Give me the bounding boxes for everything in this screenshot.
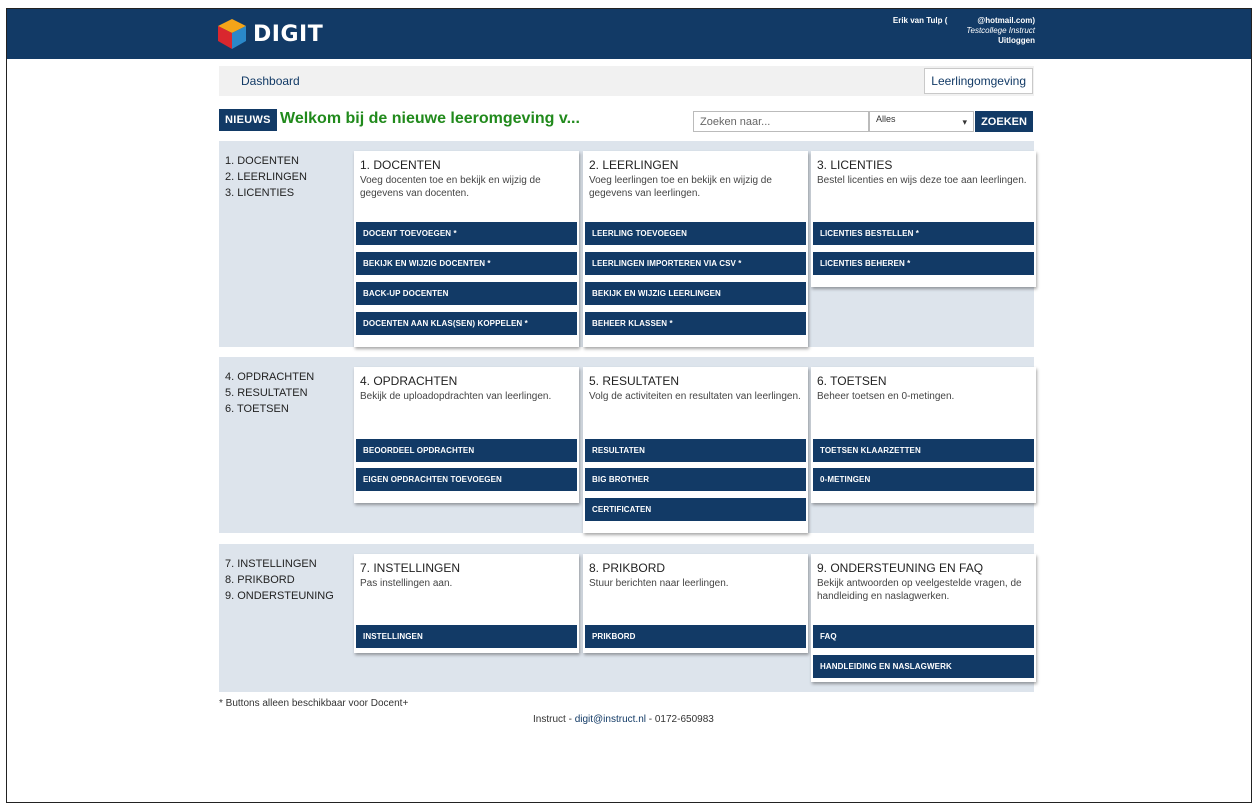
section-index: 1. DOCENTEN 2. LEERLINGEN 3. LICENTIES [225, 153, 307, 201]
company-name: Instruct - [533, 714, 575, 725]
view-edit-students-button[interactable]: BEKIJK EN WIJZIG LEERLINGEN [585, 282, 806, 305]
backup-teachers-button[interactable]: BACK-UP DOCENTEN [356, 282, 577, 305]
link-teachers-classes-button[interactable]: DOCENTEN AAN KLAS(SEN) KOPPELEN * [356, 312, 577, 335]
card-title: 7. INSTELLINGEN [360, 561, 461, 575]
index-item[interactable]: 4. OPDRACHTEN [225, 369, 314, 385]
footnote: * Buttons alleen beschikbaar voor Docent… [219, 698, 409, 709]
manual-reference-button[interactable]: HANDLEIDING EN NASLAGWERK [813, 655, 1034, 678]
cube-logo-icon [217, 18, 247, 50]
manage-classes-button[interactable]: BEHEER KLASSEN * [585, 312, 806, 335]
contact-info: Instruct - digit@instruct.nl - 0172-6509… [533, 714, 714, 725]
user-name: Erik van Tulp ( [892, 16, 948, 25]
card-title: 5. RESULTATEN [589, 374, 680, 388]
index-item[interactable]: 3. LICENTIES [225, 185, 307, 201]
card-description: Bekijk antwoorden op veelgestelde vragen… [817, 578, 1022, 602]
card-description: Voeg leerlingen toe en bekijk en wijzig … [589, 175, 772, 199]
search-scope-select[interactable]: Alles ▾ [869, 111, 974, 132]
index-item[interactable]: 2. LEERLINGEN [225, 169, 307, 185]
manage-licenses-button[interactable]: LICENTIES BEHEREN * [813, 252, 1034, 275]
index-item[interactable]: 1. DOCENTEN [225, 153, 307, 169]
logout-link[interactable]: Uitloggen [893, 36, 1035, 46]
card-title: 3. LICENTIES [817, 158, 893, 172]
card-description: Beheer toetsen en 0-metingen. [817, 391, 955, 402]
card-description: Volg de activiteiten en resultaten van l… [589, 391, 801, 402]
section-users: 1. DOCENTEN 2. LEERLINGEN 3. LICENTIES 1… [219, 141, 1036, 347]
index-item[interactable]: 6. TOETSEN [225, 401, 314, 417]
card-leerlingen: 2. LEERLINGEN Voeg leerlingen toe en bek… [583, 151, 808, 347]
card-description: Voeg docenten toe en bekijk en wijzig de… [360, 175, 541, 199]
add-teacher-button[interactable]: DOCENT TOEVOEGEN * [356, 222, 577, 245]
index-item[interactable]: 5. RESULTATEN [225, 385, 314, 401]
section-support: 7. INSTELLINGEN 8. PRIKBORD 9. ONDERSTEU… [219, 544, 1036, 692]
zero-measurements-button[interactable]: 0-METINGEN [813, 468, 1034, 491]
card-docenten: 1. DOCENTEN Voeg docenten toe en bekijk … [354, 151, 579, 347]
card-title: 6. TOETSEN [817, 374, 887, 388]
card-instellingen: 7. INSTELLINGEN Pas instellingen aan. IN… [354, 554, 579, 653]
card-title: 8. PRIKBORD [589, 561, 666, 575]
search-button[interactable]: ZOEKEN [975, 111, 1033, 132]
section-index: 4. OPDRACHTEN 5. RESULTATEN 6. TOETSEN [225, 369, 314, 417]
card-toetsen: 6. TOETSEN Beheer toetsen en 0-metingen.… [811, 367, 1036, 503]
certificates-button[interactable]: CERTIFICATEN [585, 498, 806, 521]
top-navigation-bar: DIGIT Erik van Tulp ( @hotmail.com) Test… [7, 9, 1251, 59]
card-title: 9. ONDERSTEUNING EN FAQ [817, 561, 984, 575]
index-item[interactable]: 9. ONDERSTEUNING [225, 588, 334, 604]
big-brother-button[interactable]: BIG BROTHER [585, 468, 806, 491]
email-link[interactable]: digit@instruct.nl [575, 714, 646, 725]
card-title: 2. LEERLINGEN [589, 158, 679, 172]
student-environment-button[interactable]: Leerlingomgeving [924, 68, 1033, 94]
card-ondersteuning: 9. ONDERSTEUNING EN FAQ Bekijk antwoorde… [811, 554, 1036, 682]
index-item[interactable]: 7. INSTELLINGEN [225, 556, 334, 572]
view-edit-teachers-button[interactable]: BEKIJK EN WIJZIG DOCENTEN * [356, 252, 577, 275]
card-description: Pas instellingen aan. [360, 578, 453, 589]
user-email: @hotmail.com) [977, 16, 1035, 25]
card-resultaten: 5. RESULTATEN Volg de activiteiten en re… [583, 367, 808, 533]
card-title: 4. OPDRACHTEN [360, 374, 458, 388]
card-description: Bestel licenties en wijs deze toe aan le… [817, 175, 1027, 186]
logo-text: DIGIT [253, 21, 324, 47]
breadcrumb: Dashboard Leerlingomgeving [219, 66, 1034, 96]
section-index: 7. INSTELLINGEN 8. PRIKBORD 9. ONDERSTEU… [225, 556, 334, 604]
app-window: DIGIT Erik van Tulp ( @hotmail.com) Test… [6, 8, 1252, 803]
add-student-button[interactable]: LEERLING TOEVOEGEN [585, 222, 806, 245]
card-opdrachten: 4. OPDRACHTEN Bekijk de uploadopdrachten… [354, 367, 579, 503]
add-own-assignments-button[interactable]: EIGEN OPDRACHTEN TOEVOEGEN [356, 468, 577, 491]
news-headline[interactable]: Welkom bij de nieuwe leeromgeving v... [280, 110, 580, 128]
bulletin-board-button[interactable]: PRIKBORD [585, 625, 806, 648]
digit-logo[interactable]: DIGIT [217, 16, 323, 52]
faq-button[interactable]: FAQ [813, 625, 1034, 648]
grade-assignments-button[interactable]: BEOORDEEL OPDRACHTEN [356, 439, 577, 462]
results-button[interactable]: RESULTATEN [585, 439, 806, 462]
search-input[interactable] [693, 111, 869, 132]
order-licenses-button[interactable]: LICENTIES BESTELLEN * [813, 222, 1034, 245]
settings-button[interactable]: INSTELLINGEN [356, 625, 577, 648]
card-description: Bekijk de uploadopdrachten van leerlinge… [360, 391, 552, 402]
import-students-csv-button[interactable]: LEERLINGEN IMPORTEREN VIA CSV * [585, 252, 806, 275]
prepare-tests-button[interactable]: TOETSEN KLAARZETTEN [813, 439, 1034, 462]
phone-number: - 0172-650983 [645, 714, 714, 725]
user-info: Erik van Tulp ( @hotmail.com) Testcolleg… [893, 16, 1035, 46]
card-description: Stuur berichten naar leerlingen. [589, 578, 729, 589]
section-work: 4. OPDRACHTEN 5. RESULTATEN 6. TOETSEN 4… [219, 357, 1036, 533]
search-scope-value: Alles [876, 114, 896, 124]
index-item[interactable]: 8. PRIKBORD [225, 572, 334, 588]
card-title: 1. DOCENTEN [360, 158, 441, 172]
breadcrumb-dashboard[interactable]: Dashboard [241, 74, 300, 88]
chevron-down-icon: ▾ [962, 117, 967, 127]
organization-name: Testcollege Instruct [966, 26, 1035, 35]
card-licenties: 3. LICENTIES Bestel licenties en wijs de… [811, 151, 1036, 287]
news-badge: NIEUWS [219, 109, 277, 131]
card-prikbord: 8. PRIKBORD Stuur berichten naar leerlin… [583, 554, 808, 653]
